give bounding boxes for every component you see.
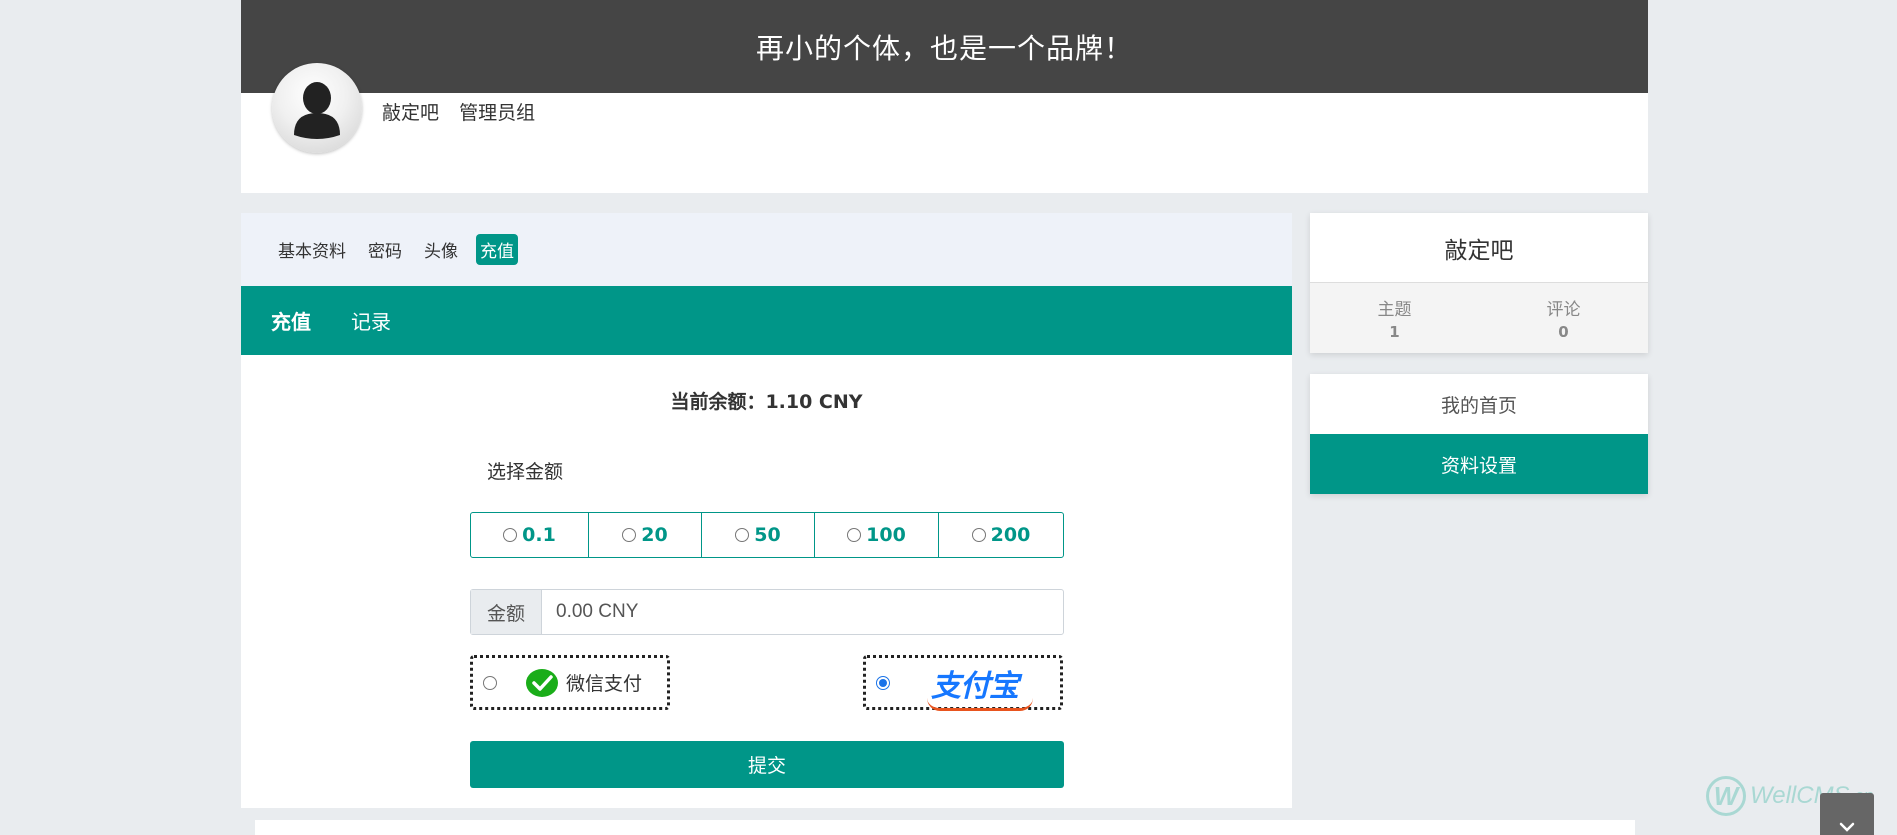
choose-amount-label: 选择金额 — [487, 461, 564, 483]
sidebar-item-settings[interactable]: 资料设置 — [1310, 434, 1648, 494]
wechat-radio[interactable] — [483, 675, 497, 690]
amount-option-50[interactable]: 50 — [702, 513, 815, 557]
amount-radio[interactable] — [503, 528, 518, 542]
slogan: 再小的个体，也是一个品牌！ — [755, 31, 1133, 65]
subnav-avatar[interactable]: 头像 — [420, 234, 462, 265]
alipay-swoosh-icon — [927, 698, 1033, 711]
tab-records[interactable]: 记录 — [351, 306, 391, 335]
alipay-logo: 支付宝 — [927, 661, 1033, 711]
scroll-top-button[interactable] — [1820, 793, 1874, 835]
user-group: 管理员组 — [459, 102, 536, 124]
payment-alipay[interactable]: 支付宝 — [863, 655, 1063, 711]
wechat-label: 微信支付 — [566, 673, 643, 695]
amount-option-0.1[interactable]: 0.1 — [471, 513, 589, 557]
amount-option-20[interactable]: 20 — [589, 513, 702, 557]
stat-threads[interactable]: 主题 1 — [1310, 283, 1479, 353]
amount-radio[interactable] — [971, 528, 986, 542]
profile-header: 再小的个体，也是一个品牌！ 敲定吧 管理员组 — [241, 0, 1648, 193]
amount-options: 0.1 20 50 100 200 — [470, 512, 1064, 558]
amount-radio[interactable] — [847, 528, 862, 542]
user-stats: 主题 1 评论 0 — [1310, 283, 1648, 353]
header-banner: 再小的个体，也是一个品牌！ — [241, 0, 1648, 93]
alipay-radio[interactable] — [876, 675, 890, 690]
main-card: 基本资料 密码 头像 充值 充值 记录 当前余额：1.10 CNY 选择金额 0… — [241, 213, 1292, 808]
amount-radio[interactable] — [622, 528, 637, 542]
chevron-down-icon — [1839, 822, 1855, 832]
wellcms-logo-icon: W — [1706, 776, 1746, 816]
payment-wechat[interactable]: 微信支付 — [470, 655, 670, 710]
amount-radio[interactable] — [735, 528, 750, 542]
user-info: 敲定吧 管理员组 — [382, 98, 549, 125]
wechat-icon — [526, 668, 558, 697]
submit-button[interactable]: 提交 — [470, 741, 1064, 788]
amount-option-200[interactable]: 200 — [939, 513, 1063, 557]
user-silhouette-icon — [294, 82, 340, 139]
stat-comments[interactable]: 评论 0 — [1479, 283, 1648, 353]
user-menu-card: 我的首页 资料设置 — [1310, 374, 1648, 494]
tab-recharge[interactable]: 充值 — [271, 306, 311, 335]
subnav-basic-info[interactable]: 基本资料 — [274, 234, 350, 265]
amount-input[interactable] — [542, 590, 1063, 634]
amount-addon: 金额 — [471, 590, 542, 634]
amount-input-group: 金额 — [470, 589, 1064, 635]
current-balance: 当前余额：1.10 CNY — [670, 391, 863, 413]
subnav-recharge[interactable]: 充值 — [476, 234, 518, 265]
sidebar-item-home[interactable]: 我的首页 — [1310, 374, 1648, 434]
avatar[interactable] — [272, 63, 362, 153]
sidebar-username: 敲定吧 — [1310, 213, 1648, 283]
footer-card-edge — [255, 820, 1635, 835]
username: 敲定吧 — [382, 102, 440, 124]
recharge-tabbar: 充值 记录 — [241, 286, 1292, 355]
wechat-pay-logo: 微信支付 — [526, 668, 643, 697]
subnav-password[interactable]: 密码 — [364, 234, 406, 265]
profile-subnav: 基本资料 密码 头像 充值 — [241, 213, 1292, 286]
user-summary-card: 敲定吧 主题 1 评论 0 — [1310, 213, 1648, 353]
amount-option-100[interactable]: 100 — [815, 513, 939, 557]
